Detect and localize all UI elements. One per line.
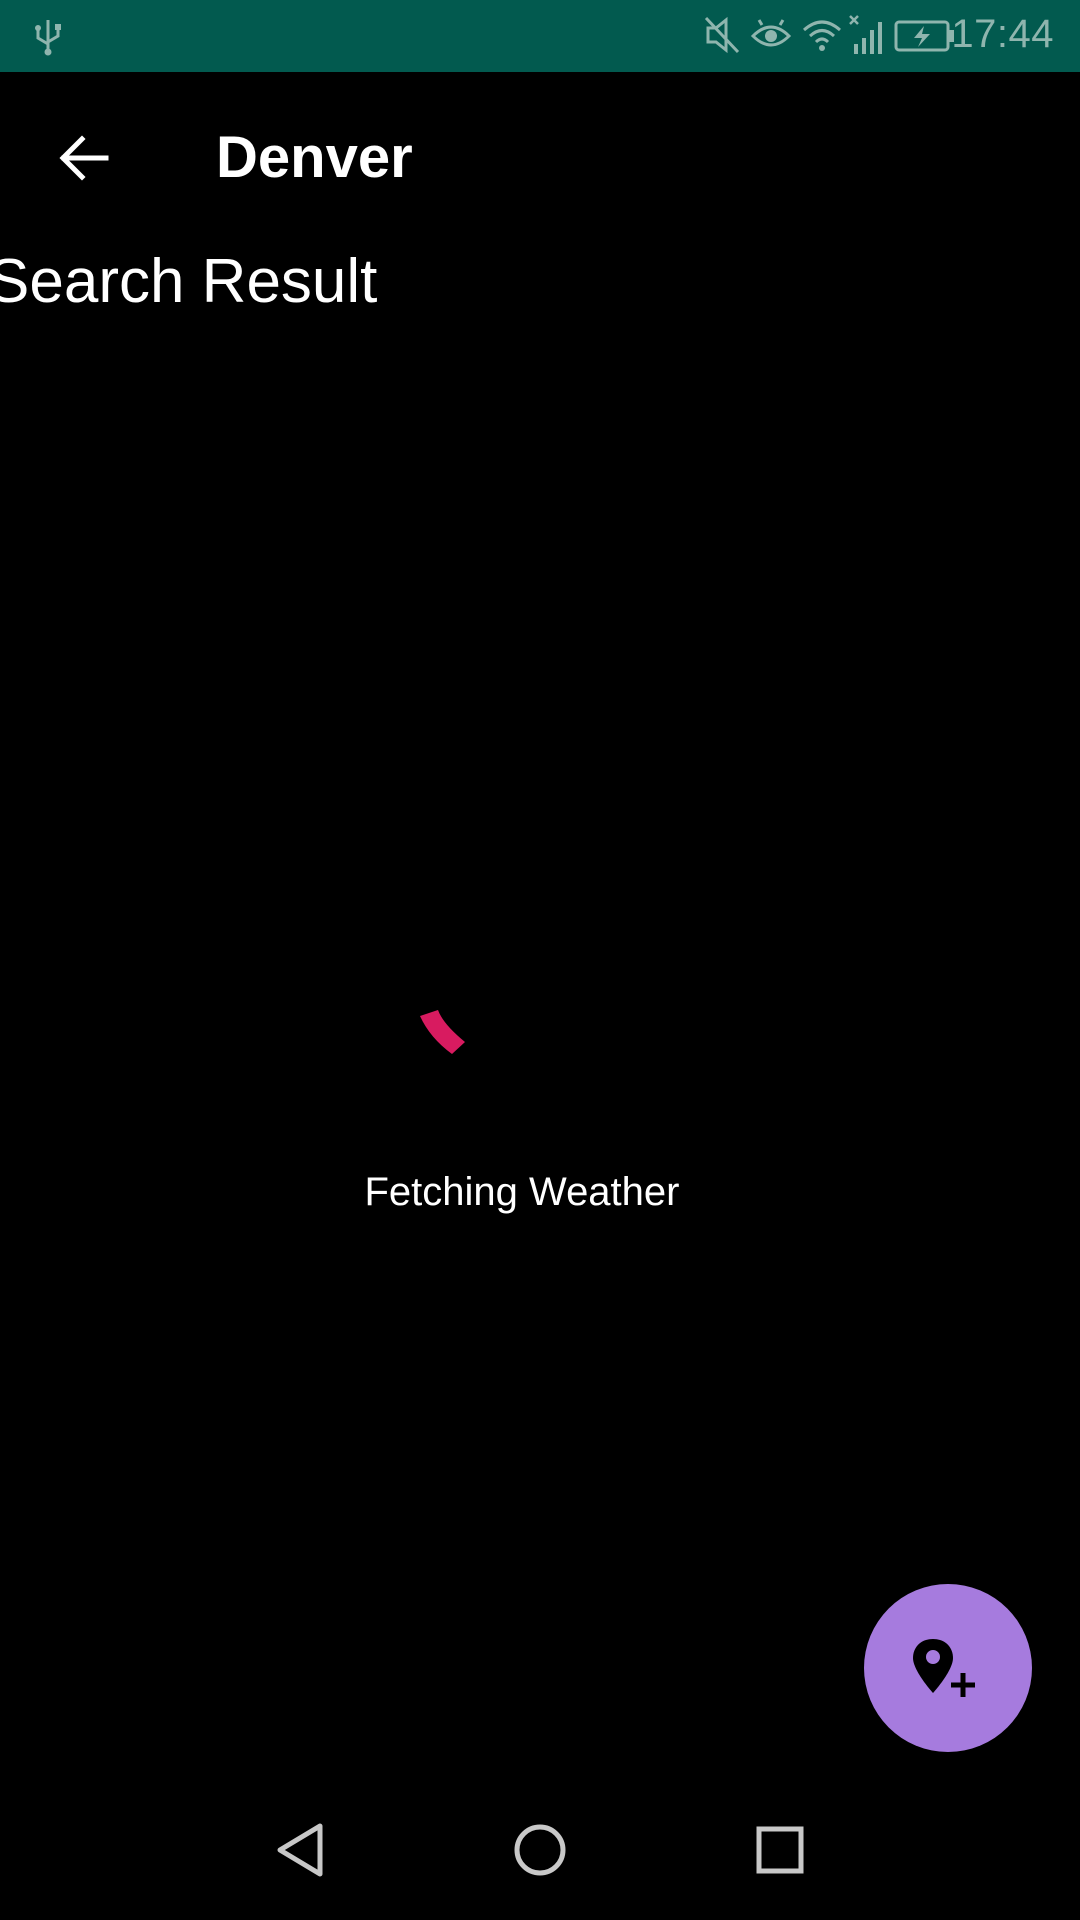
arrow-back-icon	[59, 135, 109, 181]
eye-comfort-icon	[750, 19, 792, 47]
section-title: Search Result	[0, 247, 378, 316]
mute-icon	[704, 16, 740, 54]
navigation-bar	[0, 1780, 1080, 1920]
loading-text: Fetching Weather	[364, 1170, 680, 1214]
status-bar: 17:44	[0, 0, 1080, 72]
no-signal-icon	[849, 15, 882, 54]
nav-recents-button[interactable]	[740, 1810, 820, 1890]
wifi-icon	[803, 20, 841, 51]
status-time: 17:44	[951, 12, 1054, 56]
page-title: Denver	[216, 125, 413, 190]
app-bar: Denver	[0, 72, 1080, 240]
add-location-icon	[913, 1639, 975, 1697]
back-button[interactable]	[40, 114, 128, 202]
back-triangle-icon	[277, 1823, 323, 1877]
add-location-button[interactable]	[864, 1584, 1032, 1752]
usb-icon	[35, 20, 61, 56]
loading-spinner	[420, 1010, 465, 1054]
nav-back-button[interactable]	[260, 1810, 340, 1890]
nav-home-button[interactable]	[500, 1810, 580, 1890]
home-circle-icon	[514, 1824, 566, 1876]
recents-square-icon	[756, 1826, 804, 1874]
battery-charging-icon	[894, 20, 954, 52]
